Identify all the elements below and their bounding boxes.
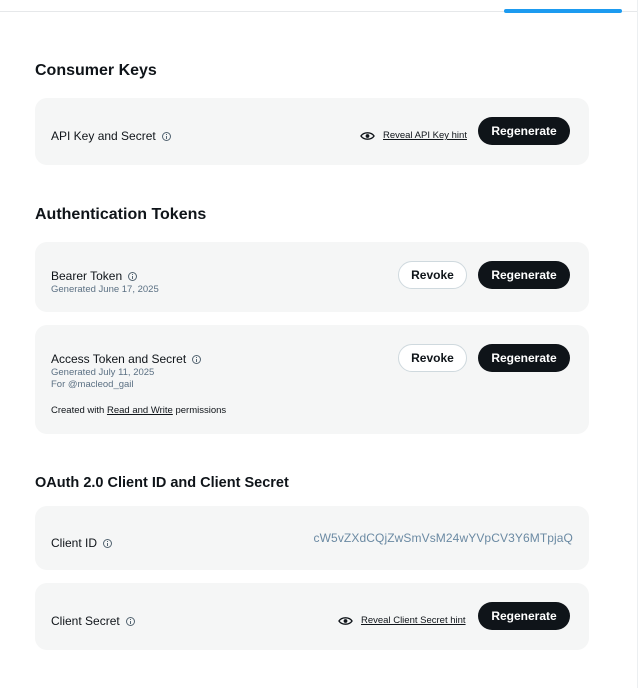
- access-token-label-row: Access Token and Secret: [51, 352, 202, 366]
- api-key-label-row: API Key and Secret: [51, 129, 171, 143]
- info-icon[interactable]: [103, 538, 113, 548]
- bearer-token-label-row: Bearer Token: [51, 269, 138, 283]
- regenerate-api-key-button[interactable]: Regenerate: [478, 117, 570, 145]
- info-icon[interactable]: [192, 354, 202, 364]
- access-token-label: Access Token and Secret: [51, 352, 187, 366]
- access-generated-date: Generated July 11, 2025: [51, 367, 155, 378]
- bearer-token-label: Bearer Token: [51, 269, 123, 283]
- revoke-bearer-button[interactable]: Revoke: [398, 261, 467, 289]
- api-key-card: API Key and Secret Reveal API Key hint R…: [35, 98, 589, 165]
- info-icon[interactable]: [128, 271, 138, 281]
- authentication-tokens-title: Authentication Tokens: [35, 206, 207, 223]
- access-for-user: For @macleod_gail: [51, 379, 134, 390]
- client-secret-label-row: Client Secret: [51, 614, 135, 628]
- oauth-title: OAuth 2.0 Client ID and Client Secret: [35, 475, 289, 491]
- reveal-api-key-link[interactable]: Reveal API Key hint: [383, 130, 467, 141]
- regenerate-client-secret-button[interactable]: Regenerate: [478, 602, 570, 630]
- access-token-card: Access Token and Secret Generated July 1…: [35, 325, 589, 434]
- reveal-client-secret-link[interactable]: Reveal Client Secret hint: [361, 615, 466, 626]
- regenerate-access-button[interactable]: Regenerate: [478, 344, 570, 372]
- client-secret-label: Client Secret: [51, 614, 120, 628]
- api-key-label: API Key and Secret: [51, 129, 156, 143]
- revoke-access-button[interactable]: Revoke: [398, 344, 467, 372]
- active-tab-indicator: [504, 9, 622, 13]
- client-id-label: Client ID: [51, 536, 98, 550]
- client-id-value[interactable]: cW5vZXdCQjZwSmVsM24wYVpCV3Y6MTpjaQ: [314, 531, 573, 545]
- permissions-note: Created with Read and Write permissions: [51, 405, 226, 416]
- permissions-prefix: Created with: [51, 405, 107, 416]
- info-icon[interactable]: [161, 131, 171, 141]
- eye-icon: [360, 131, 375, 140]
- consumer-keys-title: Consumer Keys: [35, 62, 157, 79]
- permissions-link[interactable]: Read and Write: [107, 405, 173, 416]
- regenerate-bearer-button[interactable]: Regenerate: [478, 261, 570, 289]
- permissions-suffix: permissions: [172, 405, 227, 416]
- reveal-api-key-hint[interactable]: Reveal API Key hint: [360, 130, 467, 141]
- client-id-label-row: Client ID: [51, 536, 113, 550]
- info-icon[interactable]: [125, 616, 135, 626]
- bearer-token-card: Bearer Token Generated June 17, 2025 Rev…: [35, 242, 589, 312]
- eye-icon: [338, 616, 353, 625]
- client-secret-card: Client Secret Reveal Client Secret hint …: [35, 583, 589, 650]
- client-id-card: Client ID cW5vZXdCQjZwSmVsM24wYVpCV3Y6MT…: [35, 506, 589, 570]
- bearer-generated-date: Generated June 17, 2025: [51, 284, 159, 295]
- reveal-client-secret-hint[interactable]: Reveal Client Secret hint: [338, 615, 466, 626]
- top-tab-bar: [0, 0, 638, 14]
